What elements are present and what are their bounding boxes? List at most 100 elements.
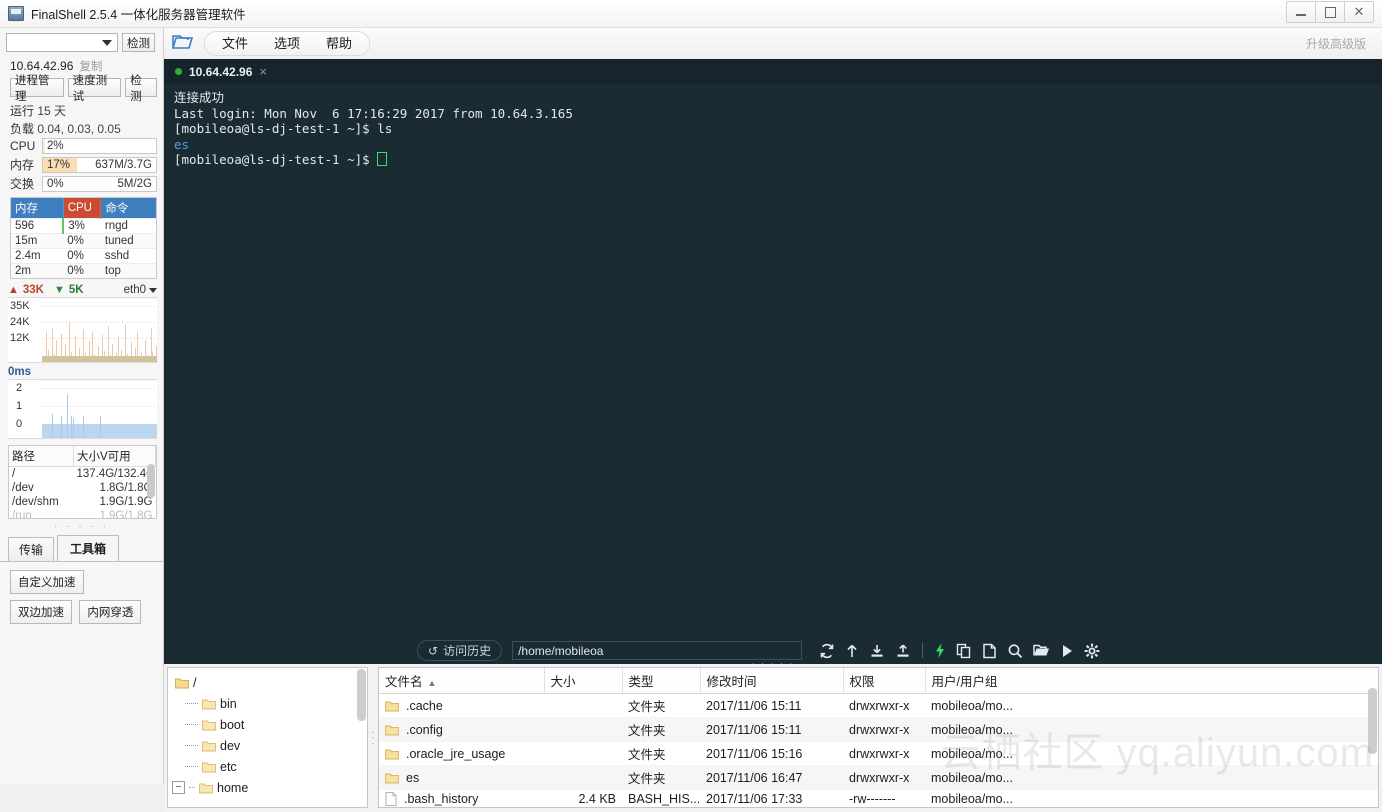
visit-history-button[interactable]: ↺ 访问历史: [417, 640, 503, 661]
intranet-penetration-button[interactable]: 内网穿透: [79, 600, 142, 624]
file-name: .bash_history: [404, 792, 479, 806]
detect-button[interactable]: 检测: [125, 75, 157, 103]
menu-options[interactable]: 选项: [261, 32, 313, 55]
column-header-permissions[interactable]: 权限: [843, 668, 926, 694]
terminal-line: [mobileoa@ls-dj-test-1 ~]$ ls: [174, 121, 393, 137]
panel-resize-grip[interactable]: · · · · ·: [0, 519, 163, 533]
copy-icon[interactable]: [956, 643, 972, 659]
run-icon[interactable]: [1060, 643, 1074, 659]
file-list-scrollbar[interactable]: [1368, 688, 1377, 754]
speed-test-button[interactable]: 速度测试: [67, 75, 122, 103]
parent-directory-icon[interactable]: [845, 643, 859, 659]
file-browser: / bin boot dev etc − home · · · 文件名 ▲ 大小…: [164, 664, 1382, 812]
collapse-icon[interactable]: −: [172, 781, 185, 794]
uptime-value: 15 天: [37, 104, 67, 118]
tree-scrollbar[interactable]: [357, 669, 366, 721]
table-row[interactable]: /dev/shm 1.9G/1.9G: [9, 495, 156, 509]
uptime-row: 运行 15 天: [0, 101, 163, 119]
process-manager-button[interactable]: 进程管理: [10, 75, 64, 103]
tree-node-home[interactable]: − home: [171, 777, 367, 798]
network-interface-label: eth0: [123, 284, 146, 296]
table-row[interactable]: 596 3% rngd: [11, 218, 156, 234]
column-header-name[interactable]: 文件名 ▲: [379, 668, 545, 694]
tree-node-label: boot: [220, 717, 245, 732]
download-arrow-icon: ▼: [54, 284, 65, 296]
close-button[interactable]: ✕: [1345, 1, 1374, 23]
table-row[interactable]: / 137.4G/132.4G: [9, 467, 156, 482]
process-header-cpu[interactable]: CPU: [63, 198, 102, 219]
column-header-type[interactable]: 类型: [622, 668, 701, 694]
folder-icon: [202, 740, 216, 752]
table-row[interactable]: .bash_history 2.4 KB BASH_HIS... 2017/11…: [379, 789, 1378, 807]
search-icon[interactable]: [1007, 643, 1023, 659]
disk-header-size[interactable]: 大小V可用: [73, 446, 156, 467]
table-row[interactable]: 15m 0% tuned: [11, 233, 156, 249]
close-icon[interactable]: ×: [259, 64, 267, 79]
disk-header-path[interactable]: 路径: [9, 446, 74, 467]
cpu-meter-row: CPU 2%: [0, 137, 163, 155]
download-icon[interactable]: [869, 643, 885, 659]
table-row[interactable]: es 文件夹 2017/11/06 16:47 drwxrwxr-x mobil…: [379, 765, 1378, 790]
table-row[interactable]: .oracle_jre_usage 文件夹 2017/11/06 15:16 d…: [379, 741, 1378, 766]
folder-icon: [202, 719, 216, 731]
bilateral-accelerate-button[interactable]: 双边加速: [10, 600, 72, 624]
menu-help[interactable]: 帮助: [313, 32, 365, 55]
open-folder-icon[interactable]: [171, 33, 194, 54]
minimize-button[interactable]: [1286, 1, 1316, 23]
disk-scrollbar[interactable]: [147, 464, 155, 498]
memory-meter: 17% 637M/3.7G: [42, 156, 157, 173]
column-header-owner[interactable]: 用户/用户组: [925, 668, 1378, 694]
file-size: [544, 741, 622, 766]
upload-icon[interactable]: [895, 643, 911, 659]
disk-path: /: [12, 468, 16, 480]
latency-graph-yaxis: 2 1 0: [8, 380, 42, 438]
file-name: es: [406, 770, 420, 785]
network-interface-select[interactable]: eth0: [124, 284, 157, 296]
tree-list-splitter[interactable]: · · ·: [368, 664, 379, 812]
maximize-button[interactable]: [1316, 1, 1345, 23]
column-header-size[interactable]: 大小: [544, 668, 623, 694]
detect-button-top[interactable]: 检测: [122, 33, 155, 52]
terminal-line: es: [174, 136, 190, 152]
table-row[interactable]: .cache 文件夹 2017/11/06 15:11 drwxrwxr-x m…: [379, 693, 1378, 718]
network-header: ▲ 33K ▼ 5K eth0: [0, 279, 163, 297]
table-row[interactable]: /run 1.9G/1.8G: [9, 509, 156, 519]
tree-node-etc[interactable]: etc: [171, 756, 367, 777]
table-row[interactable]: .config 文件夹 2017/11/06 15:11 drwxrwxr-x …: [379, 717, 1378, 742]
file-name: .cache: [406, 698, 443, 713]
window-controls: ✕: [1286, 1, 1374, 23]
terminal-line: [mobileoa@ls-dj-test-1 ~]$: [174, 152, 378, 168]
process-header-command[interactable]: 命令: [100, 198, 156, 219]
process-header-memory[interactable]: 内存: [11, 198, 64, 219]
sidebar-item-toolbox[interactable]: 工具箱: [57, 535, 120, 561]
custom-accelerate-button[interactable]: 自定义加速: [10, 570, 84, 594]
sidebar-action-buttons: 进程管理 速度测试 检测: [0, 75, 163, 103]
table-row[interactable]: /dev 1.8G/1.8G: [9, 481, 156, 495]
folder-icon: [202, 761, 216, 773]
lightning-icon[interactable]: [934, 642, 946, 659]
disk-table: 路径 大小V可用 / 137.4G/132.4G /dev 1.8G/1.8G …: [8, 445, 157, 519]
menu-file[interactable]: 文件: [209, 32, 261, 55]
table-row[interactable]: 2.4m 0% sshd: [11, 248, 156, 264]
folder-icon: [199, 782, 213, 794]
refresh-icon[interactable]: [819, 643, 835, 659]
tree-node-boot[interactable]: boot: [171, 714, 367, 735]
new-file-icon[interactable]: [982, 643, 997, 659]
directory-tree-panel: / bin boot dev etc − home: [167, 667, 368, 808]
disk-path: /run: [12, 510, 32, 519]
upgrade-link[interactable]: 升级高级版: [1306, 35, 1366, 52]
tree-node-label: /: [193, 675, 197, 690]
folder-icon: [385, 724, 399, 736]
sidebar-item-transfer[interactable]: 传输: [8, 537, 55, 561]
terminal-output[interactable]: 连接成功 Last login: Mon Nov 6 17:16:29 2017…: [164, 84, 1382, 168]
column-header-mtime[interactable]: 修改时间: [700, 668, 844, 694]
table-row[interactable]: 2m 0% top: [11, 263, 156, 278]
tree-node-root[interactable]: /: [171, 672, 367, 693]
folder-icon: [385, 748, 399, 760]
tab-10-64-42-96[interactable]: 10.64.42.96 ×: [164, 59, 277, 84]
tree-node-bin[interactable]: bin: [171, 693, 367, 714]
open-folder-icon[interactable]: [1033, 643, 1050, 658]
tree-node-dev[interactable]: dev: [171, 735, 367, 756]
settings-icon[interactable]: [1084, 643, 1100, 659]
server-select[interactable]: [6, 33, 118, 52]
